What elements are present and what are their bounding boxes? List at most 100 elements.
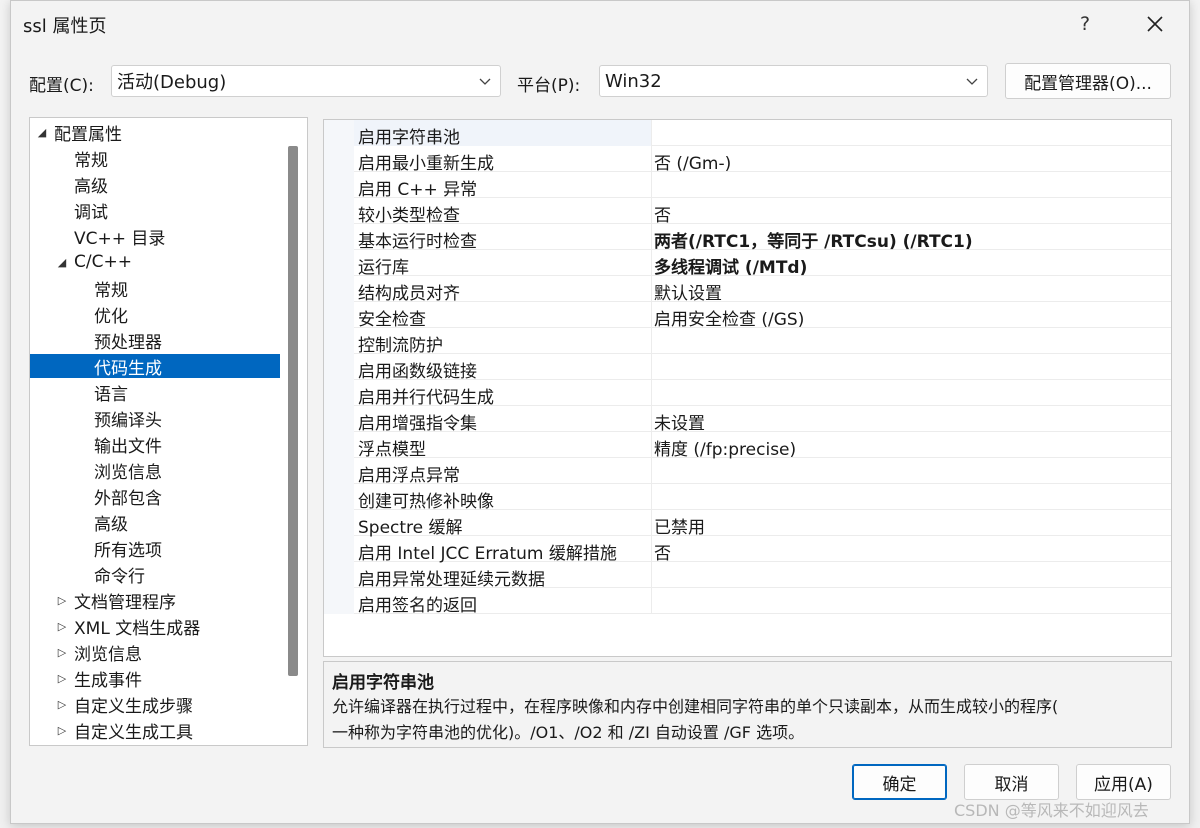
config-manager-button[interactable]: 配置管理器(O)... (1005, 63, 1171, 99)
property-value[interactable]: 否 (654, 201, 671, 226)
property-value[interactable]: 精度 (/fp:precise) (654, 435, 796, 460)
tree-item[interactable]: ◢ 配置属性 (30, 120, 280, 145)
collapse-triangle-icon[interactable]: ▷ (56, 698, 68, 711)
property-value[interactable]: 多线程调试 (/MTd) (654, 253, 807, 278)
title-bar: ssl 属性页 ? (11, 1, 1189, 47)
apply-button[interactable]: 应用(A) (1076, 764, 1171, 800)
property-name: 启用异常处理延续元数据 (358, 570, 545, 590)
property-row[interactable]: Spectre 缓解 已禁用 (324, 510, 1171, 538)
property-row[interactable]: 启用异常处理延续元数据 (324, 562, 1171, 590)
property-name: 启用并行代码生成 (358, 388, 494, 408)
tree-item[interactable]: ▷ 自定义生成工具 (30, 718, 280, 743)
tree-item-label: 命令行 (94, 566, 145, 587)
property-value[interactable]: 否 (654, 539, 671, 564)
close-button[interactable] (1129, 1, 1181, 47)
property-value[interactable]: 否 (/Gm-) (654, 149, 731, 174)
tree-item[interactable]: 代码生成 (30, 354, 280, 379)
property-row[interactable]: 创建可热修补映像 (324, 484, 1171, 512)
tree-item[interactable]: 外部包含 (30, 484, 280, 509)
property-row[interactable]: 结构成员对齐 默认设置 (324, 276, 1171, 304)
property-row[interactable]: 启用并行代码生成 (324, 380, 1171, 408)
property-row[interactable]: 启用函数级链接 (324, 354, 1171, 382)
property-row[interactable]: 控制流防护 (324, 328, 1171, 356)
property-row[interactable]: 启用增强指令集 未设置 (324, 406, 1171, 434)
property-name: 创建可热修补映像 (358, 492, 494, 512)
property-row[interactable]: 启用浮点异常 (324, 458, 1171, 486)
expand-triangle-icon[interactable]: ◢ (36, 126, 48, 139)
window-title: ssl 属性页 (23, 16, 107, 37)
cancel-button[interactable]: 取消 (964, 764, 1059, 800)
row-gutter (324, 562, 354, 588)
row-gutter (324, 536, 354, 562)
tree-item[interactable]: 高级 (30, 510, 280, 535)
tree-item[interactable]: ▷ XML 文档生成器 (30, 614, 280, 639)
property-row[interactable]: 启用最小重新生成 否 (/Gm-) (324, 146, 1171, 174)
tree-item-label: 预编译头 (94, 410, 162, 431)
row-gutter (324, 380, 354, 406)
chevron-down-icon (479, 78, 491, 85)
property-row[interactable]: 启用 C++ 异常 (324, 172, 1171, 200)
tree-item[interactable]: 预编译头 (30, 406, 280, 431)
tree-item[interactable]: 浏览信息 (30, 458, 280, 483)
tree-item[interactable]: VC++ 目录 (30, 224, 280, 249)
tree-item[interactable]: ▷ 文档管理程序 (30, 588, 280, 613)
column-divider[interactable] (651, 120, 652, 614)
platform-select[interactable]: Win32 (599, 65, 988, 97)
config-label: 配置(C): (29, 76, 94, 96)
tree-item[interactable]: ▷ 自定义生成步骤 (30, 692, 280, 717)
row-gutter (324, 354, 354, 380)
tree-scrollbar[interactable] (288, 146, 298, 676)
tree-item-label: 常规 (74, 150, 108, 171)
row-gutter (324, 302, 354, 328)
tree-item[interactable]: ▷ 生成事件 (30, 666, 280, 691)
property-row[interactable]: 启用字符串池 (324, 120, 1171, 148)
property-value[interactable]: 已禁用 (654, 513, 705, 538)
property-row[interactable]: 启用签名的返回 (324, 588, 1171, 616)
tree-item-label: 自定义生成步骤 (74, 696, 193, 717)
tree-item[interactable]: 预处理器 (30, 328, 280, 353)
tree-item[interactable]: 高级 (30, 172, 280, 197)
collapse-triangle-icon[interactable]: ▷ (56, 724, 68, 737)
tree-item-label: XML 文档生成器 (74, 618, 201, 639)
tree-item[interactable]: 常规 (30, 276, 280, 301)
tree-item[interactable]: ◢ C/C++ (30, 250, 280, 274)
row-gutter (324, 484, 354, 510)
tree-item[interactable]: 所有选项 (30, 536, 280, 561)
tree-item[interactable]: ▷ 浏览信息 (30, 640, 280, 665)
property-value[interactable]: 两者(/RTC1，等同于 /RTCsu) (/RTC1) (654, 227, 973, 252)
config-select-value: 活动(Debug) (117, 72, 227, 93)
property-row[interactable]: 基本运行时检查 两者(/RTC1，等同于 /RTCsu) (/RTC1) (324, 224, 1171, 252)
property-value[interactable]: 未设置 (654, 409, 705, 434)
tree-item[interactable]: 常规 (30, 146, 280, 171)
collapse-triangle-icon[interactable]: ▷ (56, 672, 68, 685)
tree-item-label: 预处理器 (94, 332, 162, 353)
tree-item[interactable]: 优化 (30, 302, 280, 327)
property-value[interactable]: 默认设置 (654, 279, 722, 304)
row-gutter (324, 224, 354, 250)
ok-button[interactable]: 确定 (852, 764, 947, 800)
tree-item[interactable]: 调试 (30, 198, 280, 223)
property-value[interactable]: 启用安全检查 (/GS) (654, 305, 804, 330)
platform-select-value: Win32 (605, 70, 662, 92)
property-row[interactable]: 浮点模型 精度 (/fp:precise) (324, 432, 1171, 460)
config-select[interactable]: 活动(Debug) (111, 65, 501, 97)
property-name: Spectre 缓解 (358, 518, 463, 538)
tree-item-label: 外部包含 (94, 488, 162, 509)
tree-item-label: 高级 (94, 514, 128, 535)
property-grid[interactable]: 启用字符串池 启用最小重新生成否 (/Gm-) 启用 C++ 异常 较小类型检查否基本… (323, 119, 1172, 657)
category-tree[interactable]: ◢ 配置属性 常规 高级 调试 VC++ 目录 ◢ C/C++ 常规 优化 预处理器 代码生成 语言 预编… (29, 117, 308, 746)
property-row[interactable]: 安全检查 启用安全检查 (/GS) (324, 302, 1171, 330)
tree-item[interactable]: 命令行 (30, 562, 280, 587)
property-name: 安全检查 (358, 310, 426, 330)
row-gutter (324, 198, 354, 224)
tree-item[interactable]: 输出文件 (30, 432, 280, 457)
property-row[interactable]: 较小类型检查 否 (324, 198, 1171, 226)
property-row[interactable]: 运行库 多线程调试 (/MTd) (324, 250, 1171, 278)
help-button[interactable]: ? (1061, 1, 1109, 47)
property-row[interactable]: 启用 Intel JCC Erratum 缓解措施 否 (324, 536, 1171, 564)
tree-item[interactable]: 语言 (30, 380, 280, 405)
expand-triangle-icon[interactable]: ◢ (56, 256, 68, 269)
collapse-triangle-icon[interactable]: ▷ (56, 646, 68, 659)
collapse-triangle-icon[interactable]: ▷ (56, 594, 68, 607)
collapse-triangle-icon[interactable]: ▷ (56, 620, 68, 633)
